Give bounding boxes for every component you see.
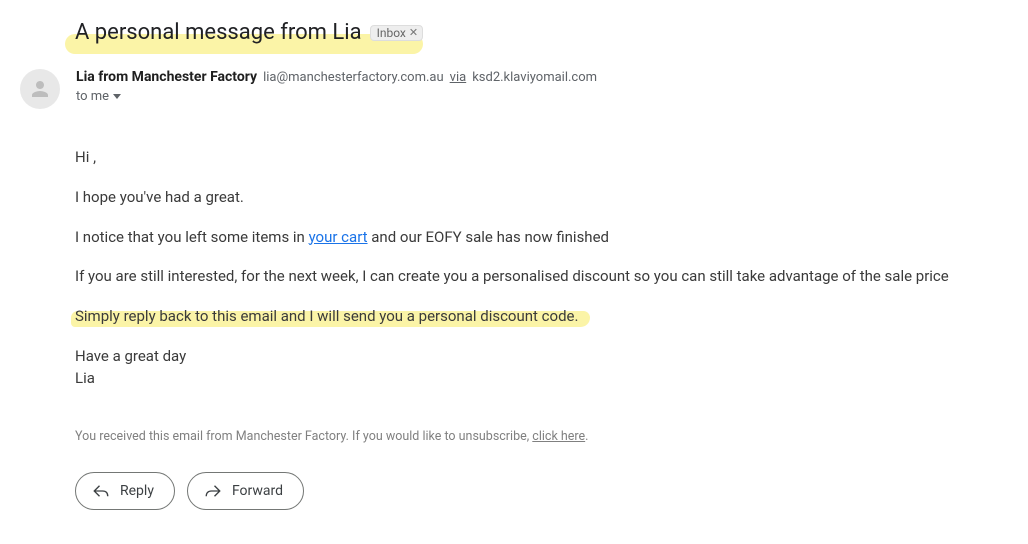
reply-icon [92, 482, 110, 500]
unsubscribe-footer: You received this email from Manchester … [75, 429, 1008, 444]
sender-header: Lia from Manchester Factory lia@manchest… [20, 69, 1008, 109]
close-icon[interactable]: ✕ [409, 26, 418, 39]
reply-label: Reply [120, 483, 154, 499]
via-word: via [450, 70, 467, 85]
footer-text: You received this email from Manchester … [75, 429, 532, 444]
person-icon [28, 77, 52, 101]
email-subject: A personal message from Lia [75, 20, 362, 45]
body-line2-b: and our EOFY sale has now finished [368, 228, 609, 246]
sender-name[interactable]: Lia from Manchester Factory [76, 69, 257, 85]
body-line4: Simply reply back to this email and I wi… [75, 307, 578, 325]
recipient-line[interactable]: to me [76, 89, 1008, 104]
body-greeting: Hi , [75, 147, 1008, 169]
body-line2: I notice that you left some items in you… [75, 227, 1008, 249]
sender-line: Lia from Manchester Factory lia@manchest… [76, 69, 1008, 85]
body-line3: If you are still interested, for the nex… [75, 266, 1008, 288]
email-body: Hi , I hope you've had a great. I notice… [75, 147, 1008, 389]
unsubscribe-link[interactable]: click here [532, 429, 585, 444]
chevron-down-icon[interactable] [113, 94, 121, 99]
body-line1: I hope you've had a great. [75, 187, 1008, 209]
avatar[interactable] [20, 69, 60, 109]
footer-period: . [585, 429, 588, 444]
sender-email: lia@manchesterfactory.com.au [263, 70, 444, 85]
body-signoff: Have a great day [75, 346, 1008, 368]
forward-icon [204, 482, 222, 500]
action-buttons: Reply Forward [75, 472, 1008, 510]
body-line4-wrap: Simply reply back to this email and I wi… [75, 307, 578, 325]
reply-button[interactable]: Reply [75, 472, 175, 510]
your-cart-link[interactable]: your cart [309, 228, 368, 246]
forward-button[interactable]: Forward [187, 472, 304, 510]
inbox-badge[interactable]: Inbox ✕ [370, 25, 424, 41]
recipient-text: to me [76, 89, 109, 104]
via-domain: ksd2.klaviyomail.com [472, 70, 597, 85]
inbox-badge-label: Inbox [377, 26, 406, 40]
body-line2-a: I notice that you left some items in [75, 228, 309, 246]
forward-label: Forward [232, 483, 283, 499]
subject-row: A personal message from Lia Inbox ✕ [75, 20, 1008, 45]
body-signature: Lia [75, 368, 1008, 390]
